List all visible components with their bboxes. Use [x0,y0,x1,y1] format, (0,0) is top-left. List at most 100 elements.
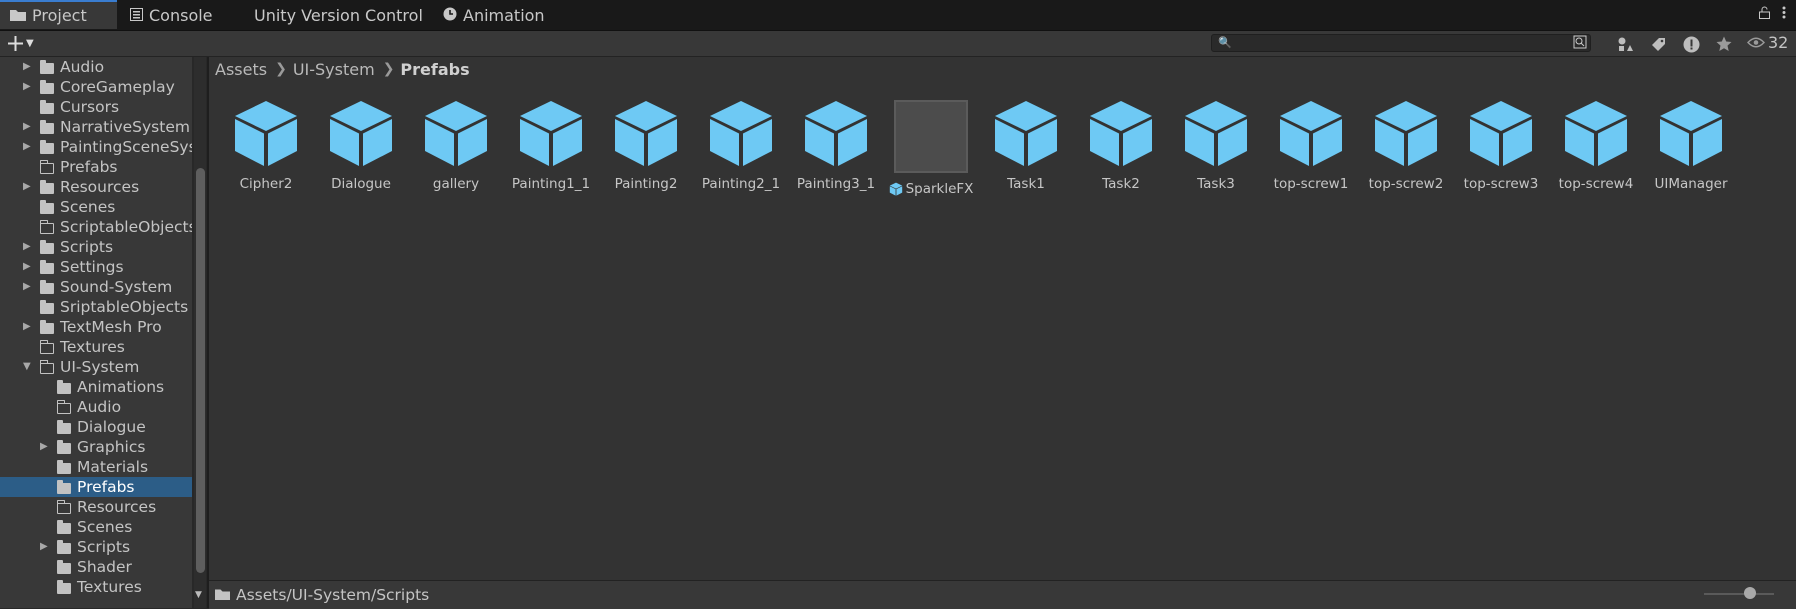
tab-unity-version-control[interactable]: Unity Version Control [254,0,423,30]
asset-item[interactable]: Task2 [1076,98,1166,198]
tree-item-resources[interactable]: Resources [0,497,192,517]
expand-arrow-icon[interactable]: ▶ [23,121,31,132]
asset-name: Painting2_1 [701,176,781,192]
folder-icon [56,500,71,514]
expand-arrow-icon[interactable]: ▶ [23,321,31,332]
expand-arrow-icon[interactable]: ▶ [23,81,31,92]
asset-label: Painting3_1 [797,176,875,192]
tree-item-prefabs[interactable]: Prefabs [0,157,192,177]
tree-item-audio[interactable]: ▶ Audio [0,57,192,77]
tree-item-narrativesystem[interactable]: ▶ NarrativeSystem [0,117,192,137]
tree-item-prefabs[interactable]: Prefabs [0,477,192,497]
asset-item[interactable]: top-screw1 [1266,98,1356,198]
visible-count-value: 32 [1768,33,1789,52]
tree-scrollbar-thumb[interactable] [196,168,205,573]
tab-label: Project [32,6,87,25]
breadcrumb-assets[interactable]: Assets [215,60,267,79]
search-input[interactable]: 🔍 [1211,34,1591,52]
tree-item-coregameplay[interactable]: ▶ CoreGameplay [0,77,192,97]
tree-item-label: Graphics [77,438,146,456]
tree-item-audio[interactable]: Audio [0,397,192,417]
tree-item-scripts[interactable]: ▶ Scripts [0,537,192,557]
asset-item[interactable]: Painting3_1 [791,98,881,198]
prefab-cube-icon [231,98,301,168]
asset-name: gallery [432,176,480,192]
tree-item-label: Materials [77,458,149,476]
log-warning-icon[interactable] [1680,34,1702,54]
label-tag-icon[interactable] [1647,34,1669,54]
tree-item-scenes[interactable]: Scenes [0,517,192,537]
tree-item-sriptableobjects[interactable]: SriptableObjects [0,297,192,317]
create-button[interactable]: ▼ [8,31,34,56]
lock-icon[interactable] [1759,6,1770,23]
tree-item-textures[interactable]: Textures [0,337,192,357]
breadcrumb-prefabs[interactable]: Prefabs [400,60,469,79]
tree-item-materials[interactable]: Materials [0,457,192,477]
search-by-type-icon[interactable] [1614,34,1636,54]
asset-item[interactable]: Painting1_1 [506,98,596,198]
tree-item-scriptableobjects[interactable]: ScriptableObjects [0,217,192,237]
folder-icon [56,400,71,414]
asset-item[interactable]: Dialogue [316,98,406,198]
expand-arrow-icon[interactable]: ▶ [23,181,31,192]
asset-item[interactable]: top-screw2 [1361,98,1451,198]
folder-icon [39,220,54,234]
folder-icon [40,300,54,314]
asset-item[interactable]: Task3 [1171,98,1261,198]
expand-arrow-icon[interactable]: ▶ [23,261,31,272]
asset-name: Task3 [1197,176,1235,192]
tree-item-ui-system[interactable]: ▼ UI-System [0,357,192,377]
tab-project[interactable]: Project [0,0,117,29]
tree-item-resources[interactable]: ▶ Resources [0,177,192,197]
tree-item-settings[interactable]: ▶ Settings [0,257,192,277]
tree-item-scenes[interactable]: Scenes [0,197,192,217]
asset-item[interactable]: SparkleFX [886,98,976,198]
tree-item-animations[interactable]: Animations [0,377,192,397]
tree-item-shader[interactable]: Shader [0,557,192,577]
tab-console[interactable]: Console [130,0,213,30]
asset-item[interactable]: Task1 [981,98,1071,198]
tree-item-scripts[interactable]: ▶ Scripts [0,237,192,257]
expand-arrow-icon[interactable]: ▶ [23,61,31,72]
icon-size-slider-handle[interactable] [1744,587,1756,599]
tree-item-textmesh-pro[interactable]: ▶ TextMesh Pro [0,317,192,337]
asset-label: Task2 [1102,176,1140,192]
more-options-icon[interactable] [1782,6,1786,23]
asset-item[interactable]: Cipher2 [221,98,311,198]
expand-arrow-icon[interactable]: ▶ [23,141,31,152]
folder-icon [215,586,230,604]
visible-count[interactable]: 32 [1747,33,1788,52]
asset-label: top-screw3 [1464,176,1539,192]
tree-item-paintingscenesyst[interactable]: ▶ PaintingSceneSyst [0,137,192,157]
expand-arrow-icon[interactable]: ▶ [23,241,31,252]
expand-arrow-icon[interactable]: ▶ [40,441,48,452]
expand-arrow-icon[interactable]: ▶ [23,281,31,292]
expand-arrow-icon[interactable]: ▶ [40,541,48,552]
tree-item-textures[interactable]: Textures [0,577,192,597]
folder-icon [57,380,71,394]
tree-item-cursors[interactable]: Cursors [0,97,192,117]
expand-arrow-open-icon[interactable]: ▼ [23,361,31,372]
tab-animation[interactable]: Animation [443,0,545,30]
breadcrumb-ui-system[interactable]: UI-System [293,60,375,79]
tree-item-graphics[interactable]: ▶ Graphics [0,437,192,457]
asset-item[interactable]: top-screw4 [1551,98,1641,198]
tree-item-label: PaintingSceneSyst [60,138,192,156]
folder-icon [40,60,54,74]
asset-item[interactable]: Painting2 [601,98,691,198]
asset-item[interactable]: Painting2_1 [696,98,786,198]
tree-item-dialogue[interactable]: Dialogue [0,417,192,437]
folder-icon [57,560,71,574]
icon-size-slider[interactable] [1704,593,1774,595]
scroll-down-arrow-icon[interactable]: ▼ [195,590,202,600]
asset-item[interactable]: gallery [411,98,501,198]
asset-item[interactable]: top-screw3 [1456,98,1546,198]
asset-item[interactable]: UIManager [1646,98,1736,198]
favorite-star-icon[interactable] [1713,34,1735,54]
tree-item-sound-system[interactable]: ▶ Sound-System [0,277,192,297]
tree-item-label: NarrativeSystem [60,118,190,136]
folder-icon [40,180,54,194]
tree-item-label: CoreGameplay [60,78,175,96]
tree-item-label: Audio [77,398,122,416]
search-scope-icon[interactable] [1573,35,1587,52]
